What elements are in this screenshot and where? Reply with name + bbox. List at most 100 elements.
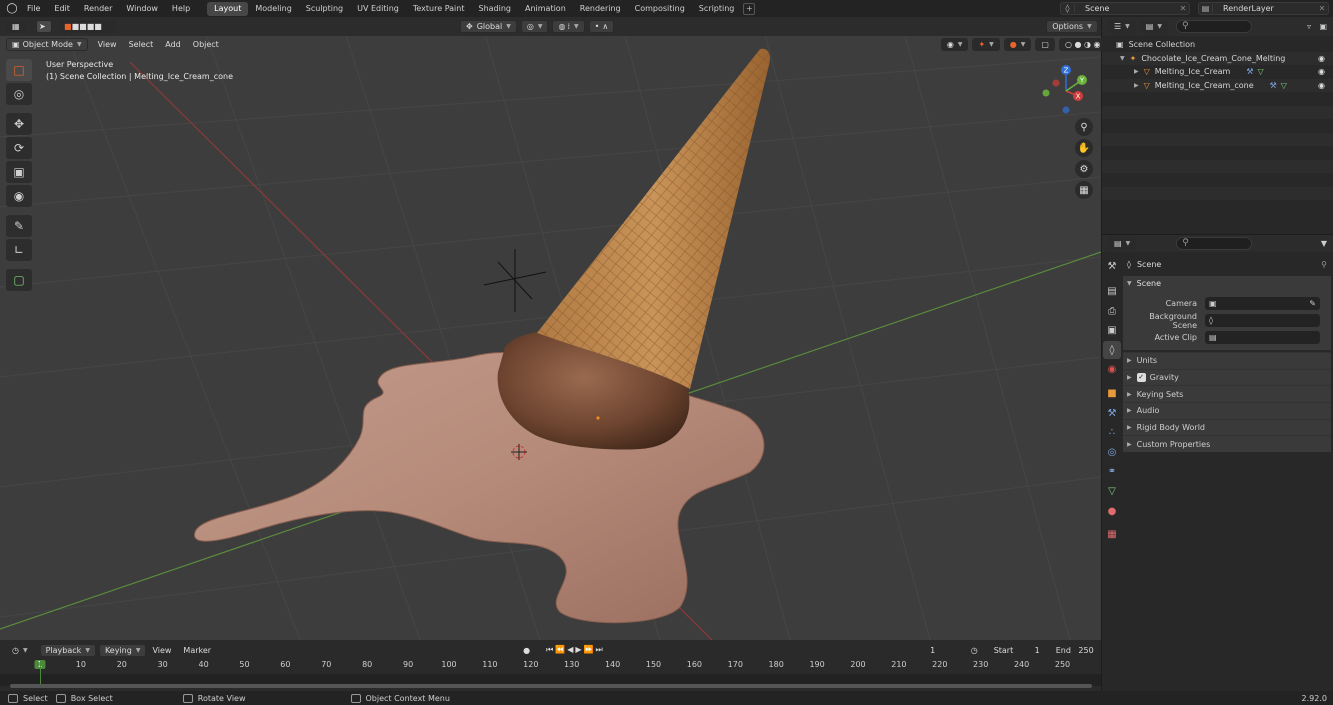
- tab-rendering[interactable]: Rendering: [573, 2, 628, 16]
- particles-tab-icon[interactable]: ∴: [1103, 424, 1121, 442]
- playback-dropdown[interactable]: Playback ▼: [39, 643, 96, 657]
- timeline-menu-marker[interactable]: Marker: [177, 646, 217, 655]
- physics-tab-icon[interactable]: ◎: [1103, 443, 1121, 461]
- properties-options-icon[interactable]: ▼: [1321, 239, 1327, 248]
- menu-edit[interactable]: Edit: [47, 0, 77, 17]
- pivot-point-icon[interactable]: ◎ ▼: [520, 20, 549, 33]
- options-dropdown[interactable]: Options ▼: [1046, 20, 1098, 33]
- outliner-scene-collection[interactable]: ▣ Scene Collection: [1102, 38, 1333, 52]
- frame-number[interactable]: 110: [482, 660, 497, 669]
- custom-properties-panel[interactable]: ▶ Custom Properties: [1123, 435, 1331, 453]
- ortho-grid-icon[interactable]: ▦: [1075, 181, 1093, 199]
- frame-number[interactable]: 170: [728, 660, 743, 669]
- active-clip-field[interactable]: ▤: [1205, 331, 1320, 344]
- frame-number[interactable]: 70: [321, 660, 331, 669]
- cursor-tool-icon[interactable]: ◎: [6, 83, 32, 105]
- expand-arrow-icon[interactable]: ▼: [1120, 55, 1125, 62]
- blender-logo-icon[interactable]: ◯: [4, 2, 20, 16]
- scale-tool-icon[interactable]: ▣: [6, 161, 32, 183]
- pin-icon[interactable]: ⚲: [1321, 260, 1327, 269]
- gizmo-toggle-icon[interactable]: ✦ ▼: [972, 38, 1000, 51]
- outliner-editor-type-icon[interactable]: ☰ ▼: [1108, 20, 1136, 33]
- frame-ruler[interactable]: 1102030405060708090100110120130140150160…: [0, 660, 1101, 673]
- rotate-tool-icon[interactable]: ⟳: [6, 137, 32, 159]
- keying-dropdown[interactable]: Keying ▼: [98, 643, 147, 657]
- frame-number[interactable]: 240: [1014, 660, 1029, 669]
- overlay-toggle-icon[interactable]: ● ▼: [1003, 38, 1032, 51]
- menu-view[interactable]: View: [92, 40, 123, 49]
- properties-editor-type-icon[interactable]: ▤ ▼: [1108, 237, 1137, 250]
- frame-number[interactable]: 200: [850, 660, 865, 669]
- frame-number[interactable]: 30: [158, 660, 168, 669]
- gravity-checkbox[interactable]: ✓: [1136, 373, 1146, 383]
- timeline-scrollbar[interactable]: [10, 684, 1092, 688]
- zoom-icon[interactable]: ⚲: [1075, 118, 1093, 136]
- close-icon[interactable]: ✕: [1316, 4, 1328, 13]
- visibility-eye-icon[interactable]: ◉: [1318, 67, 1325, 76]
- scene-tab-icon[interactable]: ◊: [1103, 341, 1121, 360]
- menu-file[interactable]: File: [20, 0, 47, 17]
- world-tab-icon[interactable]: ◉: [1103, 361, 1121, 379]
- frame-number[interactable]: 40: [199, 660, 209, 669]
- annotate-tool-icon[interactable]: ✎: [6, 215, 32, 237]
- output-tab-icon[interactable]: ⎙: [1103, 302, 1121, 320]
- object-tab-icon[interactable]: ■: [1103, 385, 1121, 403]
- frame-number[interactable]: 180: [769, 660, 784, 669]
- xray-icon[interactable]: ▢: [1035, 38, 1055, 51]
- frame-number[interactable]: 10: [76, 660, 86, 669]
- units-panel[interactable]: ▶ Units: [1123, 352, 1331, 369]
- expand-arrow-icon[interactable]: ▶: [1134, 82, 1139, 89]
- frame-number[interactable]: 250: [1055, 660, 1070, 669]
- editor-type-icon[interactable]: ▦: [6, 20, 26, 33]
- tab-sculpting[interactable]: Sculpting: [299, 2, 350, 16]
- selection-mode-icons[interactable]: ■ ■ ■ ■ ■: [60, 20, 116, 33]
- timeline-editor[interactable]: ◷ ▼ Playback ▼ Keying ▼ View Marker ● ⏮⏪◀▶⏩…: [0, 640, 1101, 691]
- select-box-tool-icon[interactable]: □: [6, 59, 32, 81]
- frame-number[interactable]: 210: [891, 660, 906, 669]
- tab-compositing[interactable]: Compositing: [628, 2, 692, 16]
- frame-number[interactable]: 80: [362, 660, 372, 669]
- 3d-viewport[interactable]: User Perspective (1) Scene Collection | …: [0, 17, 1101, 640]
- frame-number[interactable]: 50: [239, 660, 249, 669]
- frame-number[interactable]: 190: [809, 660, 824, 669]
- new-collection-icon[interactable]: ▣: [1319, 22, 1327, 31]
- menu-add[interactable]: Add: [159, 40, 187, 49]
- scene-selector[interactable]: ◊ Scene ✕: [1060, 2, 1190, 15]
- keying-sets-panel[interactable]: ▶ Keying Sets: [1123, 385, 1331, 403]
- menu-select[interactable]: Select: [123, 40, 160, 49]
- start-frame-field[interactable]: Start 1: [987, 643, 1046, 657]
- transform-orientation-dropdown[interactable]: ✥ Global ▼: [460, 20, 517, 33]
- modifier-tab-icon[interactable]: ⚒: [1103, 404, 1121, 422]
- camera-field[interactable]: ▣ ✎: [1205, 297, 1320, 310]
- render-tab-icon[interactable]: ▤: [1103, 283, 1121, 301]
- menu-object[interactable]: Object: [187, 40, 225, 49]
- tweak-tool-icon[interactable]: ➤: [36, 20, 52, 33]
- tab-uv-editing[interactable]: UV Editing: [350, 2, 406, 16]
- visibility-icon[interactable]: ◉ ▼: [940, 38, 969, 51]
- view-layer-selector[interactable]: ▤ RenderLayer ✕: [1198, 2, 1329, 15]
- material-tab-icon[interactable]: ●: [1103, 502, 1121, 520]
- add-workspace-button[interactable]: +: [743, 2, 756, 15]
- constraints-tab-icon[interactable]: ⚭: [1103, 463, 1121, 481]
- proportional-edit-icon[interactable]: • ∧: [588, 20, 615, 33]
- menu-window[interactable]: Window: [119, 0, 165, 17]
- current-frame-field[interactable]: 1: [906, 643, 959, 657]
- menu-help[interactable]: Help: [165, 0, 197, 17]
- background-scene-field[interactable]: ◊: [1205, 314, 1320, 327]
- pan-hand-icon[interactable]: ✋: [1075, 139, 1093, 157]
- camera-view-icon[interactable]: ⚙: [1075, 160, 1093, 178]
- expand-arrow-icon[interactable]: ▶: [1134, 68, 1139, 75]
- navigation-gizmo[interactable]: Z X Y: [1040, 65, 1092, 117]
- tab-shading[interactable]: Shading: [471, 2, 518, 16]
- tab-animation[interactable]: Animation: [518, 2, 573, 16]
- tab-modeling[interactable]: Modeling: [248, 2, 298, 16]
- frame-number[interactable]: 160: [687, 660, 702, 669]
- snap-icon[interactable]: ◍ ⁞ ▼: [552, 20, 585, 33]
- view-layer-tab-icon[interactable]: ▣: [1103, 322, 1121, 340]
- frame-number[interactable]: 100: [441, 660, 456, 669]
- object-mode-dropdown[interactable]: ▣ Object Mode ▼: [6, 38, 88, 51]
- record-keyframe-icon[interactable]: ●: [517, 643, 537, 657]
- add-cube-tool-icon[interactable]: ▢: [6, 269, 32, 291]
- playback-controls[interactable]: ⏮⏪◀▶⏩⏭: [540, 643, 611, 657]
- frame-number[interactable]: 150: [646, 660, 661, 669]
